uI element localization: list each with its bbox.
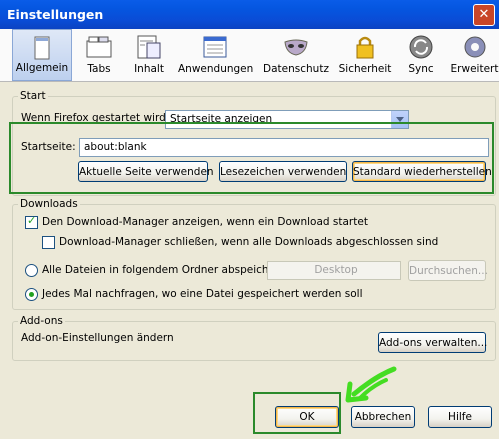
mask-icon bbox=[284, 39, 308, 56]
downloads-group-label: Downloads bbox=[18, 198, 80, 210]
ok-button[interactable]: OK bbox=[275, 406, 339, 428]
highlight-box bbox=[9, 122, 494, 194]
window-icon bbox=[34, 36, 50, 60]
tab-label: Tabs bbox=[87, 63, 111, 75]
tab-sicherheit[interactable]: Sicherheit bbox=[336, 29, 394, 81]
title-bar[interactable]: Einstellungen ✕ bbox=[0, 0, 499, 29]
tab-datenschutz[interactable]: Datenschutz bbox=[262, 29, 330, 81]
tab-label: Datenschutz bbox=[263, 63, 329, 75]
tab-label: Inhalt bbox=[134, 63, 164, 75]
start-group-label: Start bbox=[18, 90, 48, 102]
content-icon bbox=[137, 35, 161, 59]
folder-field: Desktop bbox=[267, 261, 401, 280]
lock-icon bbox=[356, 36, 374, 59]
tab-label: Sicherheit bbox=[338, 63, 392, 75]
preferences-toolbar: Allgemein Tabs Inhalt Anwendungen Datens… bbox=[0, 29, 499, 82]
help-button[interactable]: Hilfe bbox=[428, 406, 492, 428]
applications-icon bbox=[203, 36, 227, 58]
addons-change-label: Add-on-Einstellungen ändern bbox=[21, 332, 174, 344]
addons-group-label: Add-ons bbox=[18, 315, 65, 327]
tab-erweitert[interactable]: Erweitert bbox=[450, 29, 499, 81]
preferences-window: Einstellungen ✕ Allgemein Tabs Inhalt An… bbox=[0, 0, 499, 439]
tabs-icon bbox=[86, 36, 112, 58]
window-title: Einstellungen bbox=[7, 7, 104, 22]
tab-anwendungen[interactable]: Anwendungen bbox=[178, 29, 254, 81]
save-to-folder-radio[interactable] bbox=[25, 264, 38, 277]
sync-icon bbox=[409, 35, 433, 59]
tab-label: Anwendungen bbox=[178, 63, 254, 75]
show-manager-checkbox[interactable] bbox=[25, 214, 38, 229]
save-to-folder-label: Alle Dateien in folgendem Ordner abspeic… bbox=[42, 264, 290, 276]
show-manager-label: Den Download-Manager anzeigen, wenn ein … bbox=[42, 216, 368, 228]
gear-icon bbox=[464, 36, 485, 58]
close-manager-checkbox[interactable] bbox=[42, 236, 55, 249]
tab-tabs[interactable]: Tabs bbox=[76, 29, 122, 81]
tab-inhalt[interactable]: Inhalt bbox=[126, 29, 172, 81]
ask-every-time-label: Jedes Mal nachfragen, wo eine Datei gesp… bbox=[42, 288, 363, 300]
ask-every-time-radio[interactable] bbox=[25, 288, 38, 301]
tab-label: Erweitert bbox=[450, 63, 499, 75]
tab-label: Allgemein bbox=[15, 62, 69, 74]
tab-label: Sync bbox=[408, 63, 434, 75]
tab-allgemein[interactable]: Allgemein bbox=[12, 29, 72, 81]
close-manager-label: Download-Manager schließen, wenn alle Do… bbox=[59, 236, 439, 248]
browse-button: Durchsuchen... bbox=[408, 260, 488, 281]
cancel-button[interactable]: Abbrechen bbox=[351, 406, 415, 428]
annotation-arrow-icon bbox=[345, 366, 397, 403]
close-button[interactable]: ✕ bbox=[473, 4, 495, 26]
tab-sync[interactable]: Sync bbox=[400, 29, 442, 81]
manage-addons-button[interactable]: Add-ons verwalten... bbox=[378, 332, 487, 353]
